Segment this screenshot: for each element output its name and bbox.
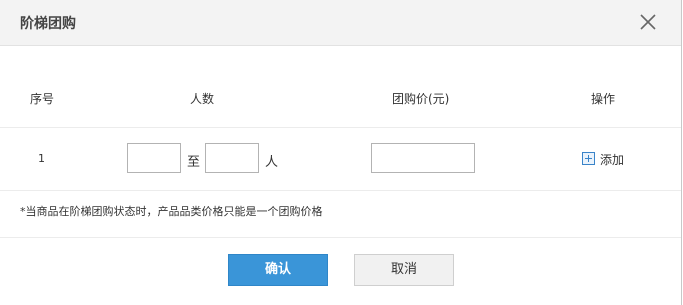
row-divider <box>0 190 681 191</box>
header-action: 操作 <box>591 92 616 106</box>
header-people: 人数 <box>190 92 215 106</box>
add-square-icon[interactable] <box>582 152 595 165</box>
right-border <box>681 0 682 305</box>
dialog-title: 阶梯团购 <box>20 16 76 32</box>
header-index: 序号 <box>30 92 55 106</box>
close-icon[interactable] <box>638 12 658 32</box>
header-divider <box>0 127 681 128</box>
dialog-header: 阶梯团购 <box>0 0 681 46</box>
range-separator: 至 <box>187 155 201 170</box>
group-price-input[interactable] <box>371 143 475 173</box>
row-index: 1 <box>38 152 45 165</box>
tier-group-buy-dialog: 阶梯团购 序号 人数 团购价(元) 操作 1 至 人 添加 *当商品在阶梯团购状… <box>0 0 681 305</box>
footer-divider <box>0 237 681 238</box>
people-unit: 人 <box>265 155 279 170</box>
header-price: 团购价(元) <box>392 92 450 106</box>
cancel-button[interactable]: 取消 <box>354 254 454 286</box>
add-tier-button[interactable]: 添加 <box>600 151 624 168</box>
max-people-input[interactable] <box>205 143 259 173</box>
min-people-input[interactable] <box>127 143 181 173</box>
tier-note: *当商品在阶梯团购状态时，产品品类价格只能是一个团购价格 <box>20 205 323 218</box>
confirm-button[interactable]: 确认 <box>228 254 328 286</box>
